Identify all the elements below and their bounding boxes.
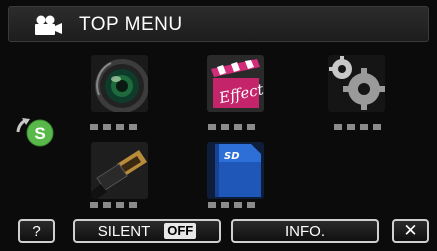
silent-button[interactable]: SILENT OFF: [73, 219, 221, 243]
page-dots-lens: [90, 124, 137, 130]
s-rotate-icon[interactable]: S: [16, 116, 56, 148]
info-button[interactable]: INFO.: [231, 219, 379, 243]
menu-item-connection[interactable]: [91, 142, 148, 199]
s-badge-text: S: [34, 124, 45, 143]
close-icon: ✕: [403, 221, 418, 240]
lens-icon: [91, 55, 148, 112]
help-label: ?: [32, 222, 41, 240]
menu-item-effect[interactable]: Effect: [207, 55, 264, 112]
s-badge-icon: S: [16, 118, 54, 147]
page-dots-connection: [90, 202, 137, 208]
silent-label: SILENT: [97, 222, 151, 240]
close-button[interactable]: ✕: [392, 219, 429, 243]
help-button[interactable]: ?: [18, 219, 55, 243]
page-dots-media: [208, 202, 255, 208]
sd-card-icon: SD: [207, 142, 264, 199]
effect-clapper-icon: Effect: [207, 55, 264, 112]
page-dots-effect: [208, 124, 255, 130]
silent-state-badge: OFF: [164, 223, 197, 239]
info-label: INFO.: [285, 222, 325, 240]
page-dots-settings: [334, 124, 381, 130]
menu-grid: Effect SD S: [0, 0, 437, 251]
menu-item-media[interactable]: SD: [207, 142, 264, 199]
svg-text:SD: SD: [224, 151, 240, 162]
menu-item-settings[interactable]: [328, 55, 385, 112]
gears-icon: [328, 55, 385, 112]
menu-item-lens[interactable]: [91, 55, 148, 112]
hdmi-cable-icon: [91, 142, 148, 199]
